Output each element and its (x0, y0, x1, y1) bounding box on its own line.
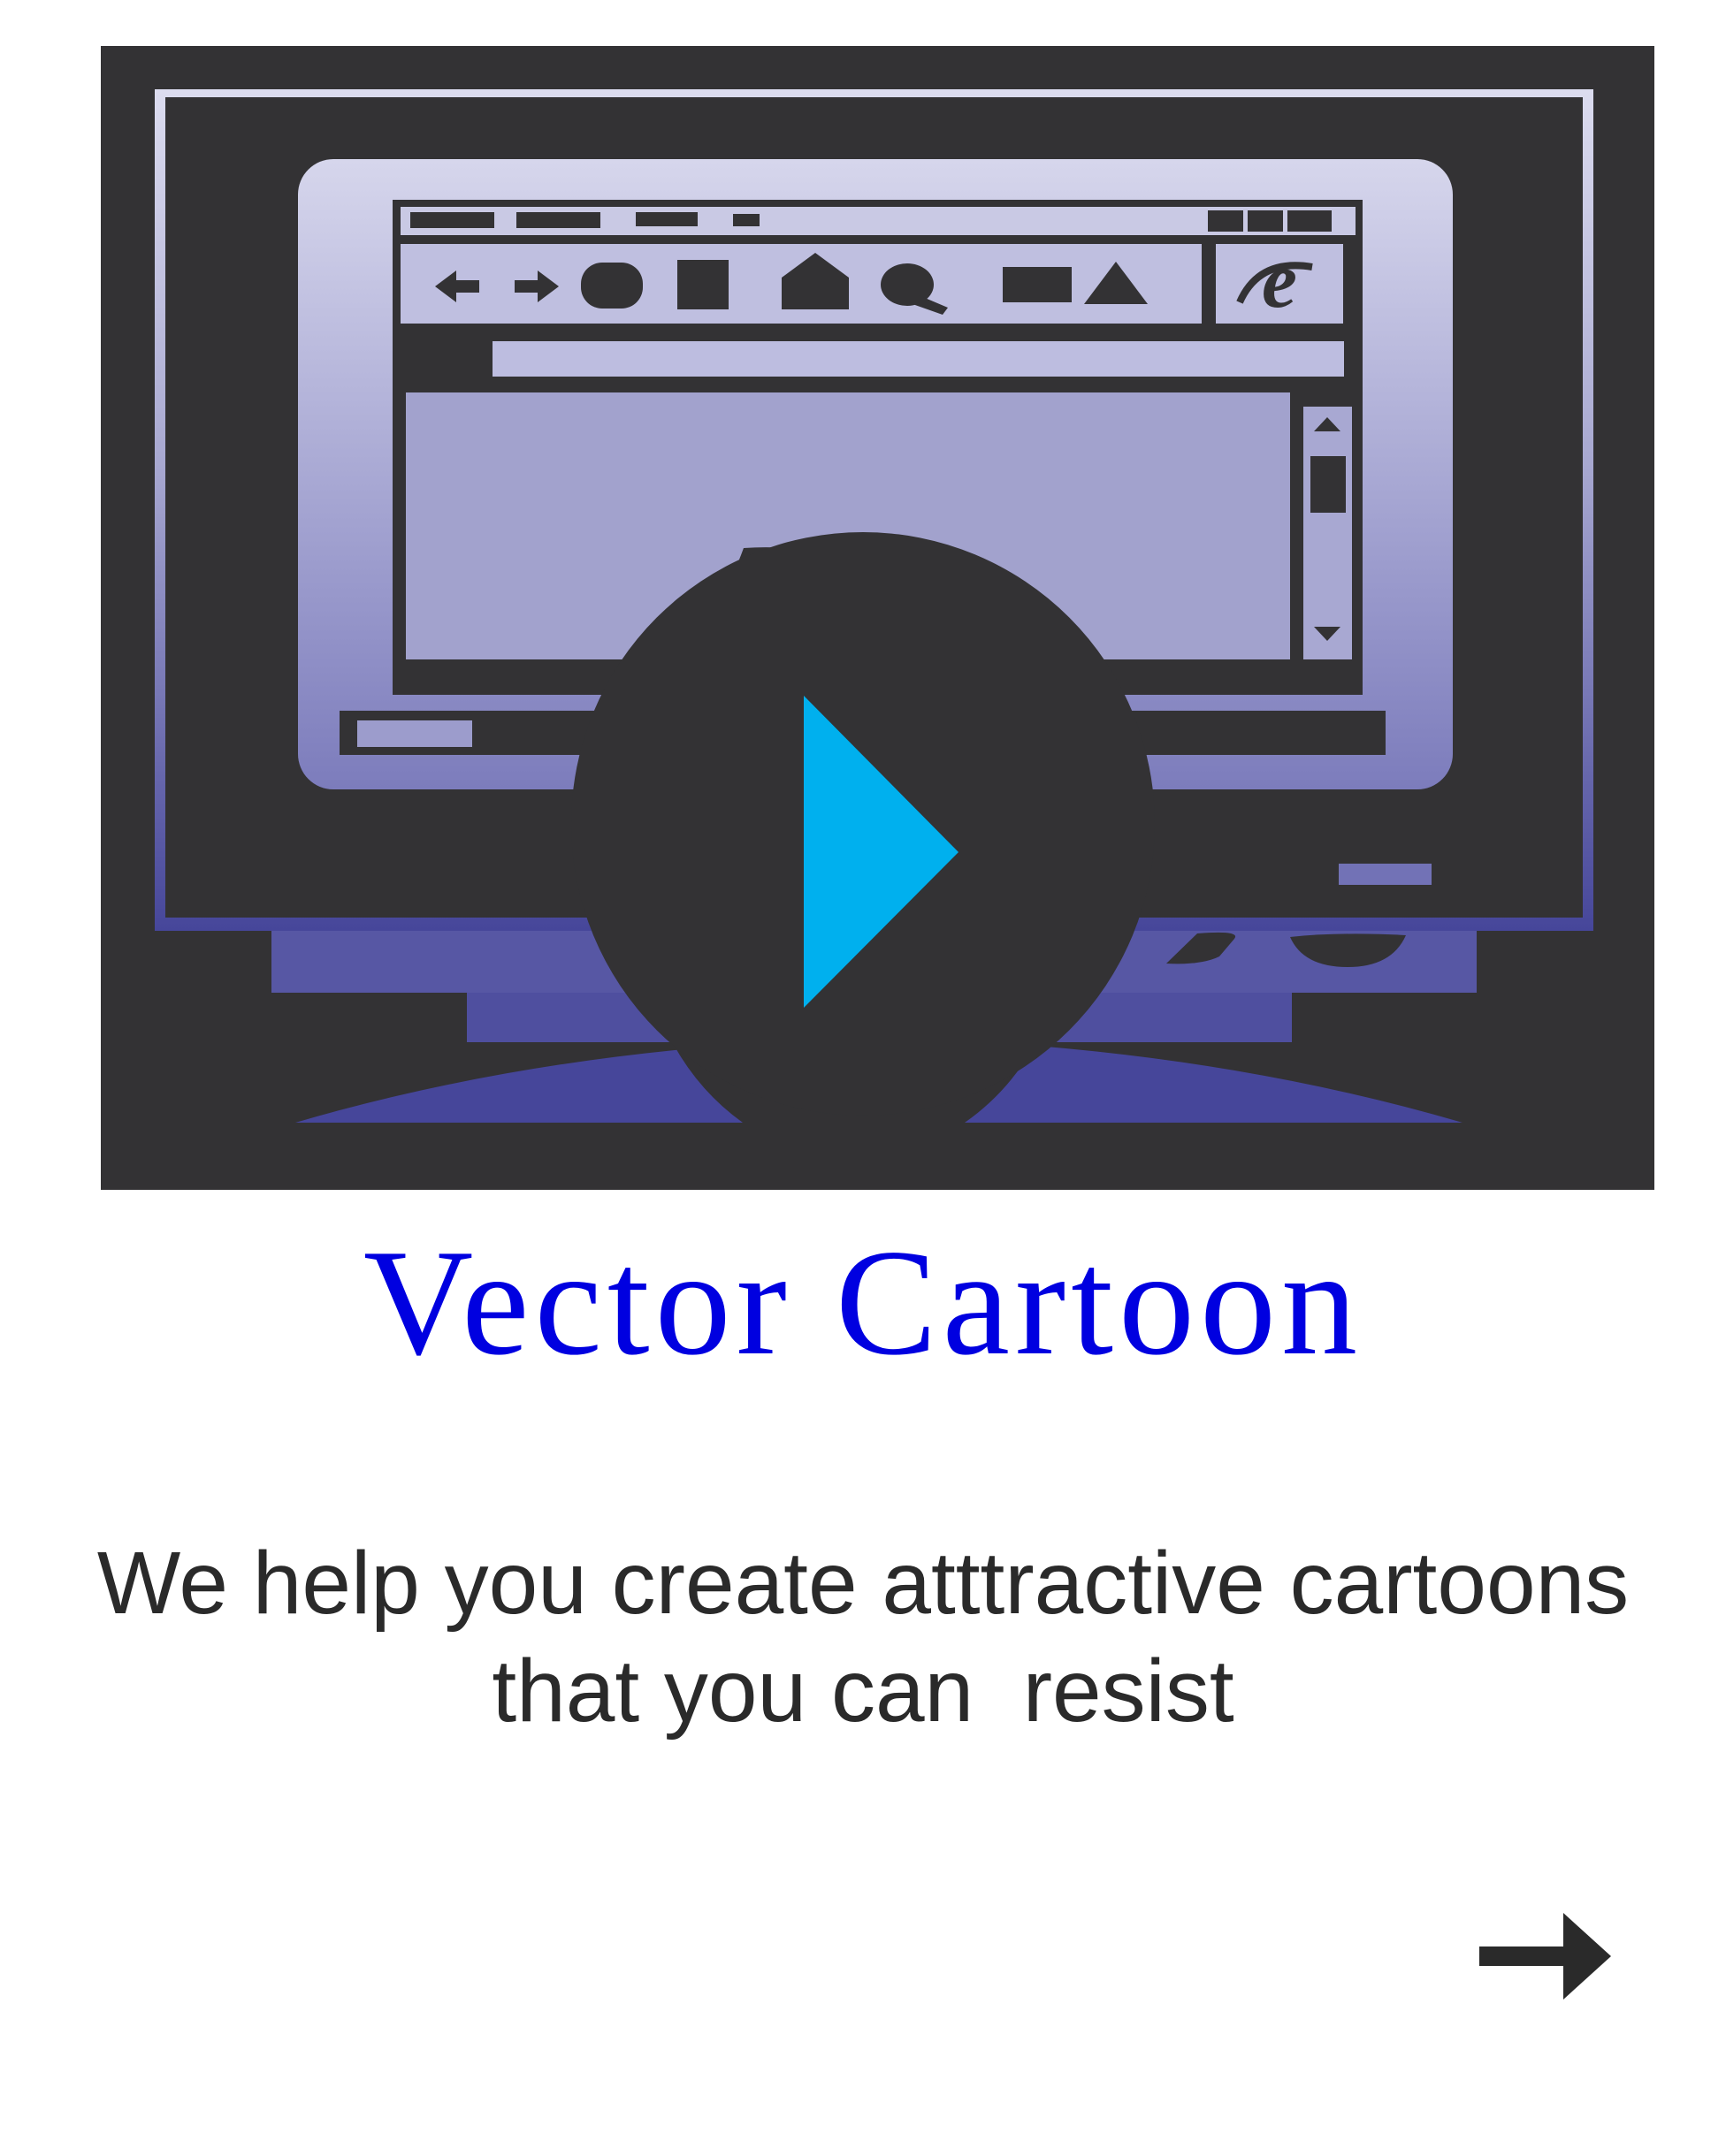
svg-text:e: e (1262, 237, 1297, 324)
tagline: We help you create atttractive cartoons … (0, 1529, 1726, 1745)
tagline-line-2: that you can resist (492, 1642, 1234, 1741)
monitor-browser-video-icon: e (101, 46, 1654, 1190)
arrow-right-icon (1479, 1913, 1611, 2000)
page-title: Vector Cartoon (363, 1219, 1363, 1387)
hero-illustration: e (101, 46, 1654, 1190)
tagline-line-1: We help you create atttractive cartoons (96, 1534, 1630, 1633)
next-button[interactable] (1475, 1908, 1616, 2005)
